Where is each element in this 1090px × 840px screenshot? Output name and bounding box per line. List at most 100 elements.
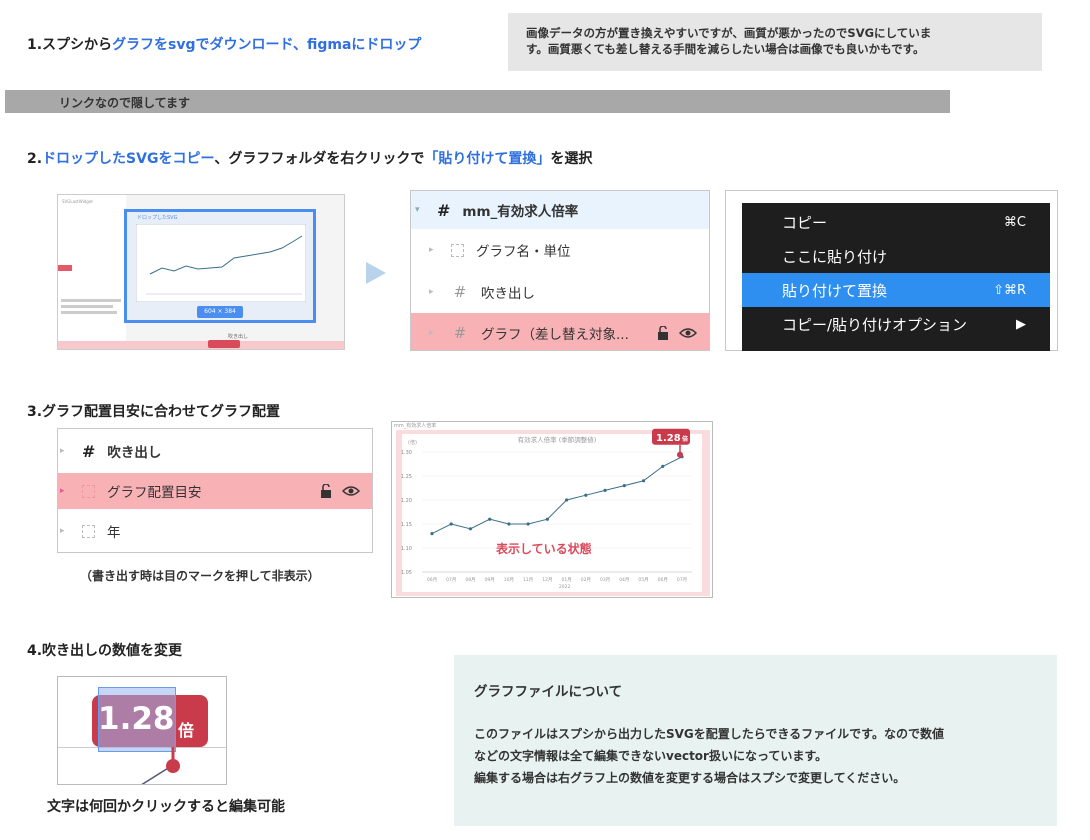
expand-caret-icon[interactable]: ▸ xyxy=(429,328,439,338)
layer-row-graph-target[interactable]: ▸ # グラフ（差し替え対象... xyxy=(411,313,709,350)
data-point xyxy=(641,479,646,483)
step2-blue2: 「貼り付けて置換」 xyxy=(424,151,551,167)
x-tick-label: 10月 xyxy=(504,577,514,583)
eye-icon[interactable] xyxy=(342,484,360,498)
step3-caption: （書き出す時は目のマークを押して非表示） xyxy=(80,569,320,583)
callout-dot xyxy=(677,451,683,458)
thumb-text-line xyxy=(61,311,117,314)
data-point xyxy=(488,517,492,521)
step2-suffix: を選択 xyxy=(550,151,593,167)
layer-row-bubble[interactable]: ▸ # 吹き出し xyxy=(411,271,709,313)
layer-row-placement-guide[interactable]: ▸ グラフ配置目安 xyxy=(58,473,372,509)
menu-label: ここに貼り付け xyxy=(782,247,888,266)
layer-row-graph-name[interactable]: ▸ グラフ名・単位 xyxy=(411,229,709,271)
expand-caret-icon[interactable]: ▸ xyxy=(60,446,70,456)
frame-hash-icon: # xyxy=(437,200,451,220)
size-badge: 604 × 384 xyxy=(197,306,243,318)
menu-item-copy[interactable]: コピー ⌘C xyxy=(742,205,1050,239)
line-chart: 有効求人倍率 (季節調整値) (倍) 1.05 1.10 1.15 1.20 1.25 1.3… xyxy=(401,428,692,590)
layer-row-bubble[interactable]: ▸ # 吹き出し xyxy=(58,429,372,473)
y-tick-label: 1.25 xyxy=(401,474,412,480)
x-tick-label: 06月 xyxy=(427,577,437,583)
graph-file-info-box: グラフファイルについて このファイルはスプシから出力したSVGを配置したらできる… xyxy=(454,655,1057,826)
info-line-2: などの文字情報は全て編集できないvector扱いになっています。 xyxy=(474,749,828,763)
menu-shortcut: ⌘C xyxy=(1003,214,1026,230)
x-tick-label: 06月 xyxy=(658,577,668,583)
chart-placement-screenshot: mm_有効求人倍率 有効求人倍率 (季節調整値) (倍) 1.05 1.10 1.15 1… xyxy=(391,421,713,598)
layer-label: グラフ配置目安 xyxy=(107,485,202,501)
x-year-label: 2022 xyxy=(559,584,571,590)
layer-row-year[interactable]: ▸ 年 xyxy=(58,509,372,552)
step2-title: 2.ドロップしたSVGをコピー、グラフフォルダを右クリックで「貼り付けて置換」を… xyxy=(27,148,592,168)
unlock-icon[interactable] xyxy=(657,326,669,340)
layer-row-actions xyxy=(320,484,360,498)
data-point xyxy=(603,488,607,492)
step1-title-blue: グラフをsvgでダウンロード、figmaにドロップ xyxy=(112,37,422,53)
menu-label: コピー/貼り付けオプション xyxy=(782,315,968,334)
thumb-red-tag xyxy=(58,265,72,271)
figma-canvas-thumbnail: SVGLastWidget ドロップしたSVG 604 × 384 吹き出し xyxy=(57,194,345,350)
y-tick-label: 1.05 xyxy=(401,570,412,576)
callout-unit: 倍 xyxy=(682,435,688,443)
group-dashed-icon xyxy=(82,524,95,538)
x-tick-label: 09月 xyxy=(485,577,495,583)
data-point xyxy=(507,522,511,526)
group-dashed-icon xyxy=(451,243,464,257)
frame-hash-icon: # xyxy=(453,283,467,301)
expand-caret-icon[interactable]: ▸ xyxy=(60,526,70,536)
x-tick-label: 07月 xyxy=(446,577,456,583)
y-tick-label: 1.20 xyxy=(401,498,412,504)
data-point xyxy=(565,498,569,502)
menu-item-paste-here[interactable]: ここに貼り付け xyxy=(742,239,1050,273)
step1-title-prefix: 1.スプシから xyxy=(27,37,113,53)
menu-item-copy-paste-options[interactable]: コピー/貼り付けオプション ▶ xyxy=(742,307,1050,341)
layer-frame-header[interactable]: ▾ # mm_有効求人倍率 xyxy=(411,191,709,229)
menu-label: コピー xyxy=(782,213,828,232)
data-point xyxy=(468,527,473,531)
arrow-right-icon xyxy=(366,262,386,284)
step3-layers-panel: ▸ # 吹き出し ▸ グラフ配置目安 ▸ 年 xyxy=(57,428,373,553)
y-tick-label: 1.30 xyxy=(401,450,412,456)
context-menu: コピー ⌘C ここに貼り付け 貼り付けて置換 ⇧⌘R コピー/貼り付けオプション… xyxy=(742,203,1050,351)
step3-title: 3.グラフ配置目安に合わせてグラフ配置 xyxy=(27,404,281,420)
step4-title: 4.吹き出しの数値を変更 xyxy=(27,643,183,659)
layer-row-actions xyxy=(657,326,697,340)
eye-icon[interactable] xyxy=(679,326,697,340)
thumb-red-badge xyxy=(208,340,240,348)
context-menu-screenshot: コピー ⌘C ここに貼り付け 貼り付けて置換 ⇧⌘R コピー/貼り付けオプション… xyxy=(725,190,1058,351)
note-line-2: す。画質悪くても差し替える手間を減らしたい場合は画像でも良いかもです。 xyxy=(526,42,925,56)
layers-panel: ▾ # mm_有効求人倍率 ▸ グラフ名・単位 ▸ # 吹き出し ▸ # グラフ… xyxy=(410,190,710,351)
layer-label: 年 xyxy=(107,525,121,541)
bubble-unit: 倍 xyxy=(178,721,195,740)
expand-caret-icon[interactable]: ▸ xyxy=(60,486,70,496)
series-line xyxy=(431,456,683,535)
bubble-pointer xyxy=(141,747,180,784)
x-tick-label: 11月 xyxy=(523,577,533,583)
unlock-icon[interactable] xyxy=(320,484,332,498)
layer-label: 吹き出し xyxy=(481,286,535,302)
x-tick-label: 08月 xyxy=(465,577,475,583)
x-tick-label: 01月 xyxy=(561,577,571,583)
thumb-text-line xyxy=(61,299,121,302)
step1-title: 1.スプシからグラフをsvgでダウンロード、figmaにドロップ xyxy=(27,34,421,54)
thumb-text-line xyxy=(61,305,113,308)
info-line-3: 編集する場合は右グラフ上の数値を変更する場合はスプシで変更してください。 xyxy=(474,771,906,785)
expand-caret-icon[interactable]: ▸ xyxy=(429,287,439,297)
x-tick-label: 05月 xyxy=(638,577,648,583)
group-dashed-icon xyxy=(82,484,95,498)
bubble-edit-screenshot: 1.28 倍 xyxy=(57,676,227,785)
display-status-text: 表示している状態 xyxy=(496,542,592,556)
x-tick-label: 07月 xyxy=(677,577,687,583)
bubble-value[interactable]: 1.28 xyxy=(98,701,175,737)
dropped-svg-frame[interactable]: ドロップしたSVG 604 × 384 xyxy=(124,209,316,323)
data-point xyxy=(449,522,453,526)
expand-caret-icon[interactable]: ▾ xyxy=(415,205,425,215)
thumb-chart-svg xyxy=(136,224,306,302)
menu-item-paste-replace[interactable]: 貼り付けて置換 ⇧⌘R xyxy=(742,273,1050,307)
layer-header-label: mm_有効求人倍率 xyxy=(462,204,579,220)
menu-shortcut: ⇧⌘R xyxy=(993,282,1026,298)
y-tick-label: 1.15 xyxy=(401,522,412,528)
data-point xyxy=(622,484,626,488)
expand-caret-icon[interactable]: ▸ xyxy=(429,245,439,255)
thumb-top-label: SVGLastWidget xyxy=(62,199,93,204)
